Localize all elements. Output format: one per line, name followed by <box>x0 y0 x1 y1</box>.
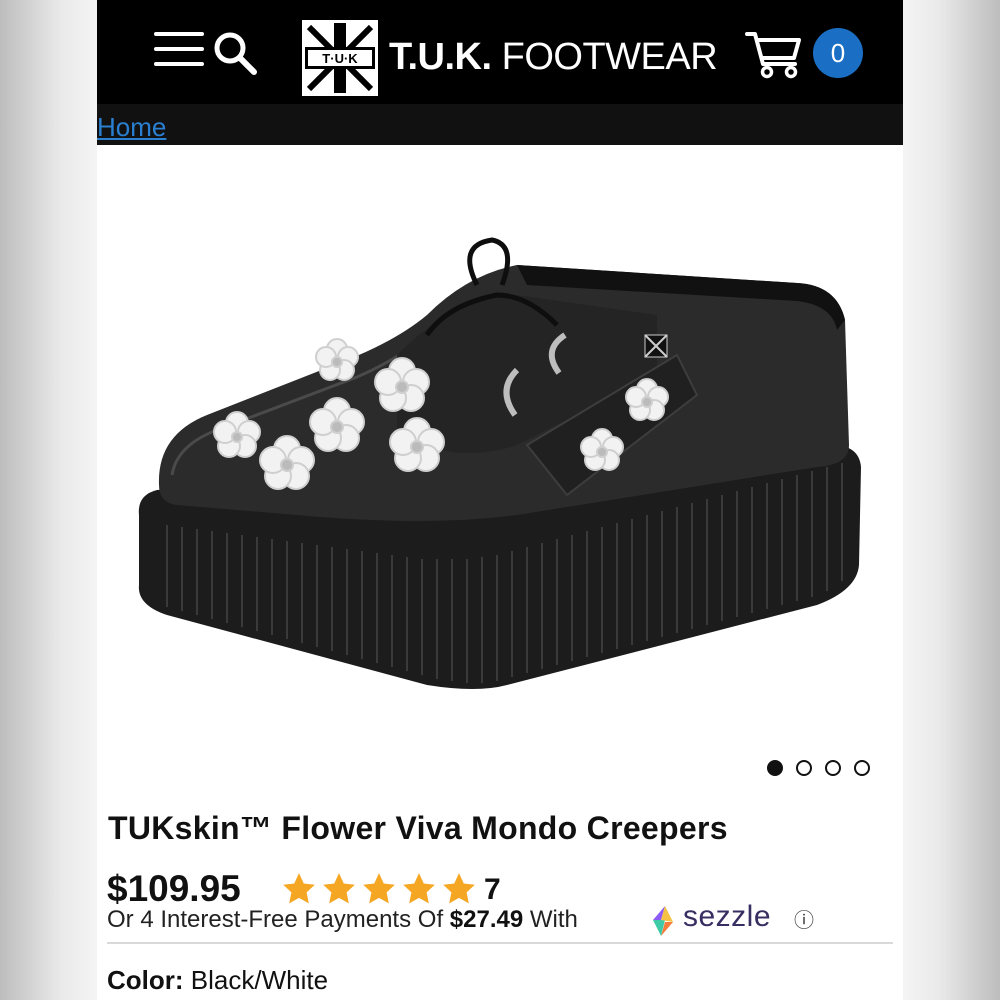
brand-bold: T.U.K. <box>389 36 492 78</box>
installment-prefix: Or 4 Interest-Free Payments Of <box>107 906 444 933</box>
star-icon <box>363 873 395 904</box>
search-icon[interactable] <box>210 28 258 76</box>
color-value: Black/White <box>190 965 329 995</box>
carousel-dot-3[interactable] <box>825 760 841 776</box>
tuk-logo[interactable]: T·U·K <box>302 20 378 96</box>
star-rating[interactable] <box>280 870 478 908</box>
sezzle-logo-icon <box>653 906 673 936</box>
divider <box>107 942 893 944</box>
installment-with: With <box>529 906 578 933</box>
color-selection: Color: Black/White <box>107 965 328 996</box>
star-icon <box>323 873 355 904</box>
cart-count-badge[interactable]: 0 <box>813 28 863 78</box>
info-icon[interactable]: ⓘ <box>794 904 814 933</box>
carousel-dot-2[interactable] <box>796 760 812 776</box>
carousel-dot-1[interactable] <box>767 760 783 776</box>
brand-name[interactable]: T.U.K. FOOTWEAR <box>389 36 718 79</box>
product-price: $109.95 <box>107 868 241 909</box>
breadcrumb-home-link[interactable]: Home <box>97 112 166 143</box>
star-icon <box>443 873 475 904</box>
cart-icon[interactable] <box>745 28 803 80</box>
brand-rest: FOOTWEAR <box>501 36 718 78</box>
installment-amount: $27.49 <box>449 906 524 933</box>
carousel-dot-4[interactable] <box>854 760 870 776</box>
breadcrumb: Home <box>97 104 903 145</box>
product-page: T·U·K T.U.K. FOOTWEAR 0 Home TUKskin™ Fl… <box>97 0 903 1000</box>
star-icon <box>403 873 435 904</box>
union-flag-logo-icon: T·U·K <box>305 23 375 93</box>
product-title: TUKskin™ Flower Viva Mondo Creepers <box>108 810 728 846</box>
color-label: Color: <box>107 965 184 995</box>
installment-info: Or 4 Interest-Free Payments Of $27.49 Wi… <box>107 906 578 934</box>
sezzle-brand[interactable]: sezzle <box>683 900 771 934</box>
carousel-dots <box>767 760 870 776</box>
product-image[interactable] <box>97 145 903 755</box>
hamburger-menu-icon[interactable] <box>154 30 206 68</box>
logo-mark-text: T·U·K <box>322 51 358 66</box>
top-navigation-bar: T·U·K T.U.K. FOOTWEAR 0 <box>97 0 903 104</box>
review-count[interactable]: 7 <box>484 873 501 907</box>
star-icon <box>283 873 315 904</box>
